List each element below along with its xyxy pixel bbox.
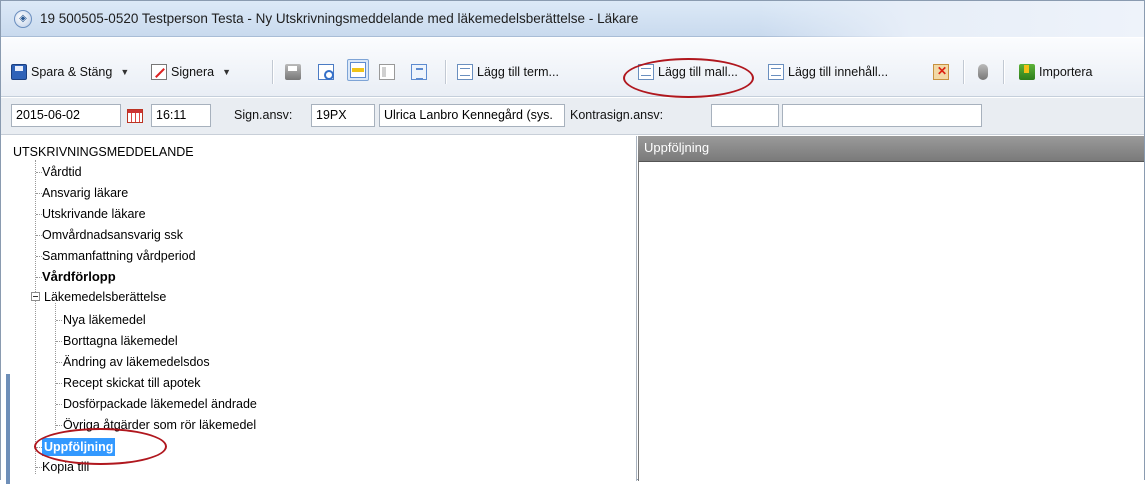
tree-item-andring-dos[interactable]: Ändring av läkemedelsdos xyxy=(63,353,210,371)
tree-item-utskrivande-lakare[interactable]: Utskrivande läkare xyxy=(42,205,146,223)
add-template-icon xyxy=(638,64,654,80)
list-view-button[interactable] xyxy=(411,61,431,83)
sign-code-field[interactable]: 19PX xyxy=(311,104,375,127)
sign-label: Signera xyxy=(171,65,215,79)
save-icon xyxy=(11,64,27,80)
scroll-indicator xyxy=(6,374,10,484)
toolbar-separator xyxy=(1003,60,1004,84)
add-term-label: Lägg till term... xyxy=(477,65,559,79)
document-tree: UTSKRIVNINGSMEDDELANDE Vårdtid Ansvarig … xyxy=(1,136,637,484)
tree-connector xyxy=(56,425,62,426)
sign-dropdown-arrow-icon[interactable]: ▼ xyxy=(222,67,231,77)
layout-icon xyxy=(350,62,366,78)
tree-guide-line xyxy=(55,303,56,430)
layout-button[interactable] xyxy=(347,59,369,81)
panel-icon xyxy=(379,64,395,80)
tree-item-lakemedelsberattelse[interactable]: Läkemedelsberättelse xyxy=(44,288,166,306)
preview-button[interactable] xyxy=(318,61,338,83)
tree-item-uppfoljning[interactable]: Uppföljning xyxy=(42,438,116,456)
save-dropdown-arrow-icon[interactable]: ▼ xyxy=(120,67,129,77)
main-window: ◈ 19 500505-0520 Testperson Testa - Ny U… xyxy=(0,0,1145,484)
tree-item-ovriga-atgarder[interactable]: Övriga åtgärder som rör läkemedel xyxy=(63,416,256,434)
calendar-icon[interactable] xyxy=(127,109,143,123)
content-panel: Uppföljning xyxy=(638,136,1144,481)
add-term-button[interactable]: Lägg till term... xyxy=(457,61,559,83)
tree-item-ansvarig-lakare[interactable]: Ansvarig läkare xyxy=(42,184,128,202)
print-button[interactable] xyxy=(285,61,305,83)
content-editor[interactable] xyxy=(638,161,1144,481)
tree-connector xyxy=(56,320,62,321)
preview-icon xyxy=(318,64,334,80)
add-template-label: Lägg till mall... xyxy=(658,65,738,79)
tree-connector xyxy=(56,362,62,363)
content-panel-header: Uppföljning xyxy=(638,136,1144,161)
window-title: 19 500505-0520 Testperson Testa - Ny Uts… xyxy=(40,11,639,26)
date-field[interactable]: 2015-06-02 xyxy=(11,104,121,127)
toolbar: Spara & Stäng ▼ Signera ▼ Lägg till term… xyxy=(1,38,1144,97)
import-button[interactable]: Importera xyxy=(1019,61,1093,83)
tree-connector xyxy=(56,404,62,405)
add-template-button[interactable]: Lägg till mall... xyxy=(638,61,738,83)
panel-button[interactable] xyxy=(379,61,399,83)
tree-guide-line xyxy=(35,160,36,474)
title-bar: ◈ 19 500505-0520 Testperson Testa - Ny U… xyxy=(1,1,1144,37)
sign-button[interactable]: Signera ▼ xyxy=(151,61,231,83)
add-term-icon xyxy=(457,64,473,80)
app-icon: ◈ xyxy=(14,9,32,28)
sign-icon xyxy=(151,64,167,80)
dictate-button[interactable] xyxy=(975,61,991,83)
tree-connector xyxy=(56,341,62,342)
tree-item-sammanfattning[interactable]: Sammanfattning vårdperiod xyxy=(42,247,196,265)
toolbar-separator xyxy=(445,60,446,84)
print-icon xyxy=(285,64,301,80)
tree-item-nya-lakemedel[interactable]: Nya läkemedel xyxy=(63,311,146,329)
collapse-icon[interactable] xyxy=(31,292,40,301)
microphone-icon xyxy=(978,64,988,80)
countersign-name-field[interactable] xyxy=(782,104,982,127)
add-content-icon xyxy=(768,64,784,80)
tree-item-kopia-till[interactable]: Kopia till xyxy=(42,458,89,476)
sign-responsible-label: Sign.ansv: xyxy=(234,108,293,122)
tree-connector xyxy=(56,383,62,384)
sign-name-field[interactable]: Ulrica Lanbro Kennegård (sys. xyxy=(379,104,565,127)
delete-button[interactable] xyxy=(933,61,953,83)
toolbar-separator xyxy=(963,60,964,84)
tree-item-vardtid[interactable]: Vårdtid xyxy=(42,163,82,181)
import-label: Importera xyxy=(1039,65,1093,79)
time-field[interactable]: 16:11 xyxy=(151,104,211,127)
tree-item-recept-apotek[interactable]: Recept skickat till apotek xyxy=(63,374,201,392)
signature-info-row: 2015-06-02 16:11 Sign.ansv: 19PX Ulrica … xyxy=(1,98,1144,135)
tree-item-dosforpackade[interactable]: Dosförpackade läkemedel ändrade xyxy=(63,395,257,413)
delete-icon xyxy=(933,64,949,80)
tree-item-omvardnadsansvarig[interactable]: Omvårdnadsansvarig ssk xyxy=(42,226,183,244)
import-icon xyxy=(1019,64,1035,80)
countersign-label: Kontrasign.ansv: xyxy=(570,108,664,122)
title-bar-fade xyxy=(759,1,1144,37)
tree-item-borttagna-lakemedel[interactable]: Borttagna läkemedel xyxy=(63,332,178,350)
countersign-code-field[interactable] xyxy=(711,104,779,127)
toolbar-separator xyxy=(272,60,273,84)
save-close-button[interactable]: Spara & Stäng ▼ xyxy=(11,61,129,83)
tree-root[interactable]: UTSKRIVNINGSMEDDELANDE xyxy=(13,145,194,159)
add-content-button[interactable]: Lägg till innehåll... xyxy=(768,61,888,83)
tree-item-vardforlopp[interactable]: Vårdförlopp xyxy=(42,268,116,286)
list-icon xyxy=(411,64,427,80)
add-content-label: Lägg till innehåll... xyxy=(788,65,889,79)
save-close-label: Spara & Stäng xyxy=(31,65,113,79)
